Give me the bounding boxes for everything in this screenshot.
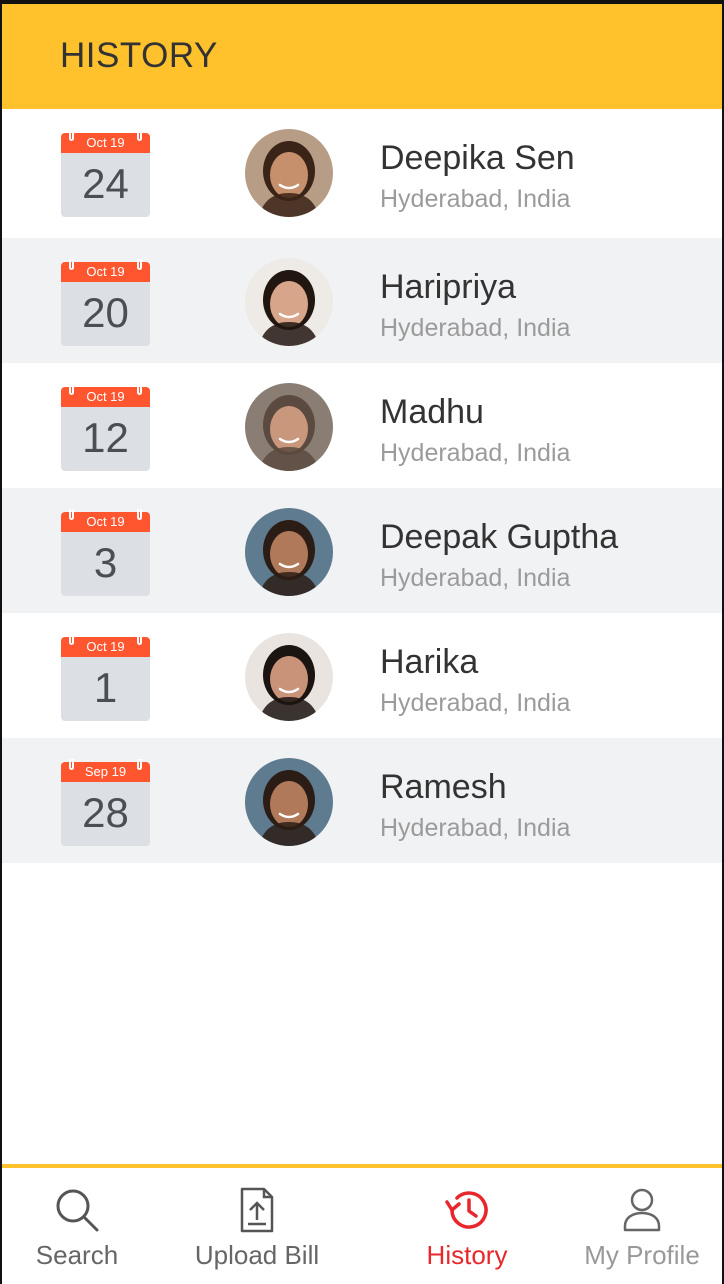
history-row[interactable]: Sep 19 28 Ramesh Hyderabad, India [2,738,722,863]
contact-name: Madhu [380,393,484,431]
page-title: HISTORY [60,36,218,75]
tab-search[interactable]: Search [2,1168,152,1284]
calendar-icon: Oct 19 12 [61,384,150,471]
calendar-icon: Oct 19 24 [61,130,150,217]
history-list: Oct 19 24 Deepika Sen Hyderabad, India O… [2,109,722,863]
avatar [245,129,333,217]
history-row[interactable]: Oct 19 20 Haripriya Hyderabad, India [2,238,722,363]
avatar [245,633,333,721]
history-row[interactable]: Oct 19 1 Harika Hyderabad, India [2,613,722,738]
history-row[interactable]: Oct 19 3 Deepak Guptha Hyderabad, India [2,488,722,613]
calendar-day: 12 [61,407,150,471]
contact-name: Harika [380,643,479,681]
calendar-day: 28 [61,782,150,846]
avatar [245,258,333,346]
history-row[interactable]: Oct 19 12 Madhu Hyderabad, India [2,363,722,488]
history-row[interactable]: Oct 19 24 Deepika Sen Hyderabad, India [2,109,722,238]
calendar-day: 20 [61,282,150,346]
search-icon [56,1189,99,1232]
calendar-icon: Oct 19 20 [61,259,150,346]
calendar-icon: Sep 19 28 [61,759,150,846]
calendar-day: 24 [61,153,150,217]
contact-location: Hyderabad, India [380,439,571,467]
calendar-day: 1 [61,657,150,721]
avatar [245,758,333,846]
calendar-icon: Oct 19 3 [61,509,150,596]
tab-label: Search [35,1240,119,1270]
contact-location: Hyderabad, India [380,564,571,592]
tab-label: History [426,1240,508,1270]
tab-my-profile[interactable]: My Profile [572,1168,712,1284]
app-header: HISTORY [2,4,722,109]
avatar [245,508,333,596]
contact-name: Ramesh [380,768,507,806]
profile-icon [623,1188,661,1232]
upload-bill-icon [240,1187,274,1233]
contact-location: Hyderabad, India [380,185,571,213]
contact-location: Hyderabad, India [380,689,571,717]
tab-history[interactable]: History [392,1168,542,1284]
tab-label: My Profile [584,1240,700,1270]
contact-name: Deepika Sen [380,139,575,177]
contact-name: Haripriya [380,268,517,306]
tab-label: Upload Bill [194,1240,320,1270]
contact-location: Hyderabad, India [380,314,571,342]
contact-location: Hyderabad, India [380,814,571,842]
bottom-tab-bar: Search Upload Bill History My Profile [2,1164,722,1284]
history-icon [445,1191,488,1229]
tab-upload-bill[interactable]: Upload Bill [182,1168,332,1284]
calendar-icon: Oct 19 1 [61,634,150,721]
contact-name: Deepak Guptha [380,518,619,556]
avatar [245,383,333,471]
calendar-day: 3 [61,532,150,596]
